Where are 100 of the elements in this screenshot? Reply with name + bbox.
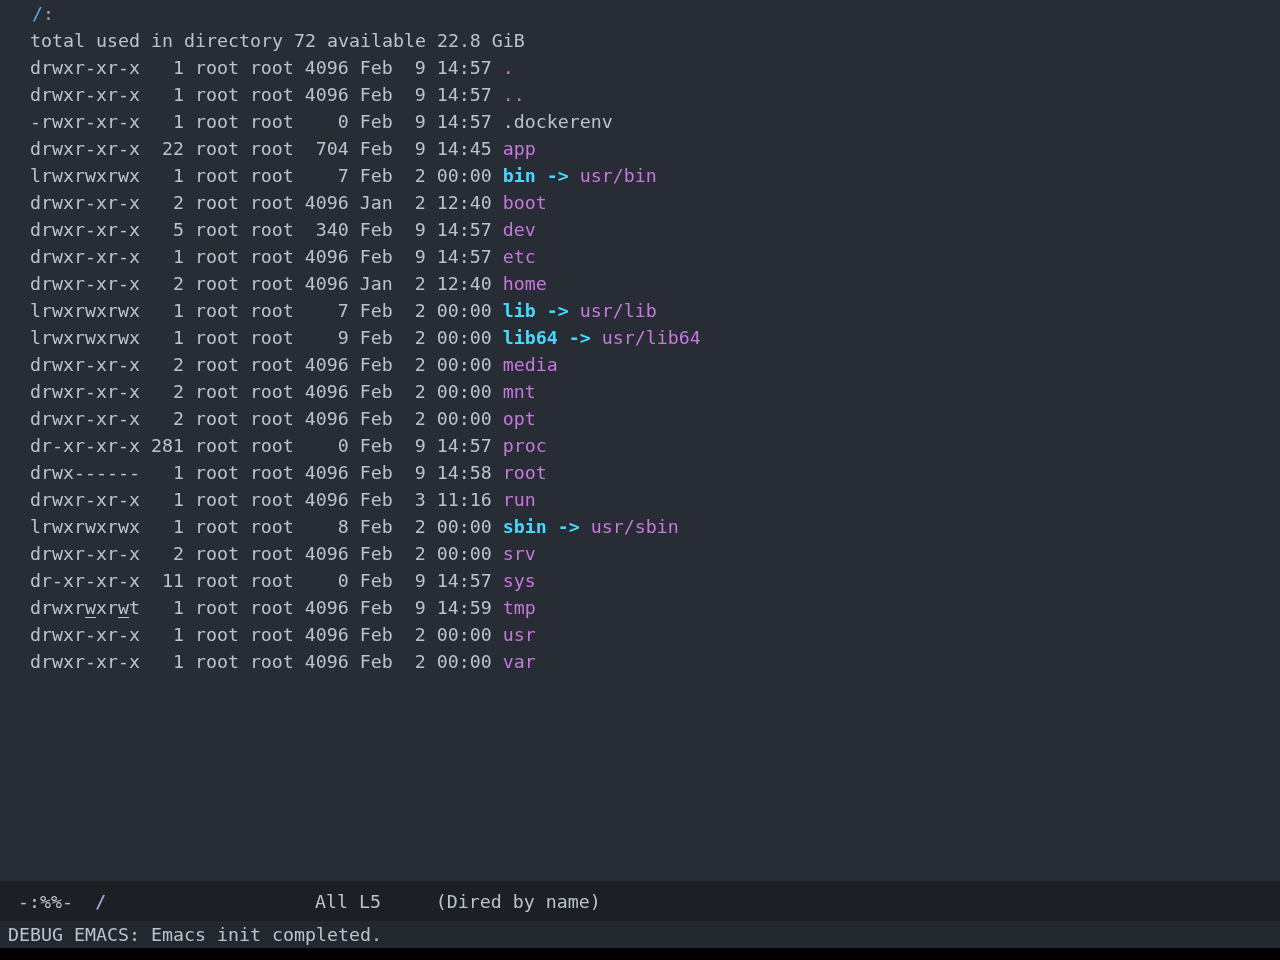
file-name[interactable]: lib64 — [502, 324, 558, 351]
file-name[interactable]: dev — [502, 216, 536, 243]
modified-day: 2 — [414, 297, 426, 324]
owner-name: root — [194, 380, 239, 404]
file-size: 4096 — [304, 461, 349, 485]
owner-name: root — [194, 218, 239, 242]
modified-day: 9 — [414, 432, 426, 459]
file-name[interactable]: mnt — [502, 378, 536, 405]
link-count: 1 — [172, 110, 184, 134]
file-size: 8 — [337, 515, 349, 539]
file-size: 4096 — [304, 542, 349, 566]
group-name: root — [249, 218, 294, 242]
modified-month: Feb — [359, 353, 393, 377]
modified-time: 00:00 — [436, 650, 492, 674]
modified-month: Feb — [359, 542, 393, 566]
modified-time: 14:57 — [436, 83, 492, 107]
modified-month: Feb — [359, 299, 393, 323]
directory-heading: / — [32, 3, 43, 24]
group-name: root — [249, 623, 294, 647]
file-name[interactable]: app — [502, 135, 536, 162]
group-name: root — [249, 83, 294, 107]
file-name[interactable]: lib — [502, 297, 536, 324]
modified-day: 9 — [414, 108, 426, 135]
modified-month: Feb — [359, 623, 393, 647]
modified-day: 2 — [414, 378, 426, 405]
group-name: root — [249, 515, 294, 539]
modified-time: 14:59 — [436, 596, 492, 620]
file-size: 4096 — [304, 245, 349, 269]
link-count: 22 — [161, 137, 184, 161]
file-name[interactable]: boot — [502, 189, 547, 216]
file-name[interactable]: etc — [502, 243, 536, 270]
modified-time: 14:57 — [436, 56, 492, 80]
link-count: 5 — [172, 218, 184, 242]
modified-month: Feb — [359, 110, 393, 134]
file-name[interactable]: sbin — [502, 513, 547, 540]
file-name[interactable]: run — [502, 486, 536, 513]
owner-name: root — [194, 623, 239, 647]
file-name[interactable]: sys — [502, 567, 536, 594]
owner-name: root — [194, 515, 239, 539]
heading-colon: : — [43, 3, 54, 24]
file-name[interactable]: .dockerenv — [502, 108, 613, 135]
link-count: 1 — [172, 245, 184, 269]
link-count: 1 — [172, 623, 184, 647]
modified-day: 2 — [414, 351, 426, 378]
file-name[interactable]: srv — [502, 540, 536, 567]
group-name: root — [249, 299, 294, 323]
symlink-target[interactable]: usr/lib — [579, 297, 657, 324]
link-count: 2 — [172, 407, 184, 431]
modified-time: 00:00 — [436, 326, 492, 350]
modified-month: Feb — [359, 434, 393, 458]
modified-month: Feb — [359, 461, 393, 485]
link-count: 11 — [161, 569, 184, 593]
file-size: 4096 — [304, 272, 349, 296]
modified-day: 9 — [414, 135, 426, 162]
file-name[interactable]: . — [502, 54, 514, 81]
buffer-status: -:%%- — [18, 890, 73, 912]
modified-time: 00:00 — [436, 353, 492, 377]
modified-time: 12:40 — [436, 272, 492, 296]
modified-month: Feb — [359, 326, 393, 350]
permission-string: drwxr-xr-x — [30, 650, 140, 674]
file-name[interactable]: home — [502, 270, 547, 297]
file-size: 4096 — [304, 650, 349, 674]
file-name[interactable]: var — [502, 648, 536, 675]
modified-time: 00:00 — [436, 407, 492, 431]
symlink-target[interactable]: usr/lib64 — [601, 324, 701, 351]
file-size: 340 — [315, 218, 349, 242]
permission-string: lrwxrwxrwx — [30, 515, 140, 539]
file-name[interactable]: .. — [502, 81, 525, 108]
file-name[interactable]: bin — [502, 162, 536, 189]
symlink-target[interactable]: usr/bin — [579, 162, 657, 189]
file-size: 4096 — [304, 380, 349, 404]
modified-time: 14:58 — [436, 461, 492, 485]
modified-day: 3 — [414, 486, 426, 513]
permission-string: dr-xr-xr-x — [30, 569, 140, 593]
group-name: root — [249, 488, 294, 512]
modified-month: Feb — [359, 245, 393, 269]
file-size: 4096 — [304, 407, 349, 431]
echo-message: DEBUG EMACS: Emacs init completed. — [8, 924, 382, 945]
file-size: 704 — [315, 137, 349, 161]
modified-day: 9 — [414, 594, 426, 621]
file-name[interactable]: opt — [502, 405, 536, 432]
symlink-target[interactable]: usr/sbin — [590, 513, 679, 540]
link-count: 2 — [172, 353, 184, 377]
file-name[interactable]: usr — [502, 621, 536, 648]
modified-time: 00:00 — [436, 164, 492, 188]
link-count: 1 — [172, 461, 184, 485]
owner-name: root — [194, 488, 239, 512]
modified-day: 2 — [414, 540, 426, 567]
group-name: root — [249, 461, 294, 485]
symlink-arrow: -> — [568, 326, 591, 350]
file-name[interactable]: root — [502, 459, 547, 486]
modified-day: 2 — [414, 189, 426, 216]
modified-time: 11:16 — [436, 488, 492, 512]
file-name[interactable]: media — [502, 351, 558, 378]
link-count: 1 — [172, 596, 184, 620]
group-name: root — [249, 407, 294, 431]
file-name[interactable]: proc — [502, 432, 547, 459]
owner-name: root — [194, 326, 239, 350]
file-name[interactable]: tmp — [502, 594, 536, 621]
link-count: 2 — [172, 272, 184, 296]
